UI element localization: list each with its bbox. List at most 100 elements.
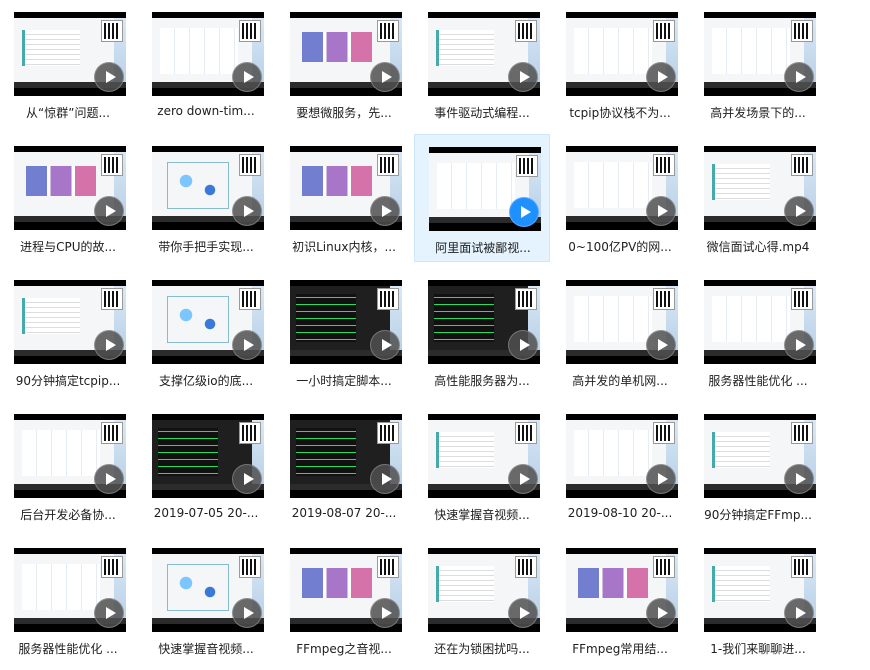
video-thumbnail[interactable] bbox=[152, 414, 264, 498]
video-thumbnail[interactable] bbox=[14, 548, 126, 632]
video-file-item[interactable]: 还在为锁困扰吗... bbox=[414, 536, 550, 664]
video-file-item[interactable]: 进程与CPU的故... bbox=[0, 134, 136, 262]
video-thumbnail[interactable] bbox=[14, 146, 126, 230]
video-thumbnail[interactable] bbox=[14, 12, 126, 96]
thumbnail-content bbox=[574, 162, 652, 208]
video-thumbnail[interactable] bbox=[290, 280, 402, 364]
video-file-item[interactable]: FFmpeg常用结... bbox=[552, 536, 688, 664]
play-icon[interactable] bbox=[508, 330, 538, 360]
video-thumbnail[interactable] bbox=[704, 12, 816, 96]
play-icon[interactable] bbox=[784, 62, 814, 92]
play-icon[interactable] bbox=[94, 62, 124, 92]
video-thumbnail[interactable] bbox=[704, 414, 816, 498]
video-thumbnail[interactable] bbox=[704, 280, 816, 364]
video-file-item[interactable]: 高并发的单机网... bbox=[552, 268, 688, 396]
play-icon[interactable] bbox=[646, 196, 676, 226]
video-file-item[interactable]: 事件驱动式编程... bbox=[414, 0, 550, 128]
video-thumbnail[interactable] bbox=[152, 548, 264, 632]
play-icon[interactable] bbox=[508, 62, 538, 92]
video-thumbnail[interactable] bbox=[704, 146, 816, 230]
video-file-item[interactable]: tcpip协议栈不为... bbox=[552, 0, 688, 128]
video-file-item[interactable]: 初识Linux内核，... bbox=[276, 134, 412, 262]
video-file-item[interactable]: 2019-08-07 20-... bbox=[276, 402, 412, 530]
video-thumbnail[interactable] bbox=[428, 12, 540, 96]
video-file-item[interactable]: 支撑亿级io的底... bbox=[138, 268, 274, 396]
video-file-name: 初识Linux内核，... bbox=[292, 240, 396, 254]
video-thumbnail[interactable] bbox=[14, 414, 126, 498]
video-thumbnail[interactable] bbox=[14, 280, 126, 364]
video-thumbnail[interactable] bbox=[152, 280, 264, 364]
qr-code-icon bbox=[515, 556, 537, 578]
video-file-item[interactable]: 带你手把手实现... bbox=[138, 134, 274, 262]
thumbnail-content bbox=[712, 566, 770, 602]
qr-code-icon bbox=[239, 556, 261, 578]
video-thumbnail[interactable] bbox=[704, 548, 816, 632]
video-file-item[interactable]: 快速掌握音视频... bbox=[138, 536, 274, 664]
video-thumbnail[interactable] bbox=[290, 414, 402, 498]
play-icon[interactable] bbox=[646, 62, 676, 92]
play-icon[interactable] bbox=[94, 330, 124, 360]
video-thumbnail[interactable] bbox=[428, 548, 540, 632]
video-thumbnail[interactable] bbox=[566, 280, 678, 364]
play-icon[interactable] bbox=[370, 598, 400, 628]
thumbnail-content bbox=[436, 566, 494, 602]
qr-code-icon bbox=[791, 154, 813, 176]
play-icon[interactable] bbox=[646, 330, 676, 360]
video-file-item[interactable]: 服务器性能优化 ... bbox=[0, 536, 136, 664]
video-thumbnail[interactable] bbox=[428, 414, 540, 498]
play-icon[interactable] bbox=[232, 62, 262, 92]
play-icon[interactable] bbox=[646, 598, 676, 628]
video-file-item[interactable]: 从“惊群”问题... bbox=[0, 0, 136, 128]
play-icon[interactable] bbox=[784, 330, 814, 360]
video-file-item[interactable]: 2019-07-05 20-... bbox=[138, 402, 274, 530]
video-file-item[interactable]: 要想微服务，先... bbox=[276, 0, 412, 128]
play-icon[interactable] bbox=[784, 196, 814, 226]
play-icon[interactable] bbox=[370, 330, 400, 360]
play-icon[interactable] bbox=[232, 598, 262, 628]
video-file-item[interactable]: 2019-08-10 20-... bbox=[552, 402, 688, 530]
video-thumbnail[interactable] bbox=[566, 12, 678, 96]
play-icon[interactable] bbox=[784, 598, 814, 628]
play-icon[interactable] bbox=[232, 464, 262, 494]
video-thumbnail[interactable] bbox=[290, 548, 402, 632]
video-file-item[interactable]: 服务器性能优化 ... bbox=[690, 268, 826, 396]
video-file-item[interactable]: 后台开发必备协... bbox=[0, 402, 136, 530]
play-icon[interactable] bbox=[232, 330, 262, 360]
video-thumbnail[interactable] bbox=[428, 280, 540, 364]
video-thumbnail[interactable] bbox=[290, 12, 402, 96]
video-thumbnail[interactable] bbox=[566, 146, 678, 230]
video-file-item[interactable]: 一小时搞定脚本... bbox=[276, 268, 412, 396]
video-file-item[interactable]: 高并发场景下的... bbox=[690, 0, 826, 128]
play-icon[interactable] bbox=[94, 598, 124, 628]
video-thumbnail[interactable] bbox=[152, 12, 264, 96]
video-file-item[interactable]: 高性能服务器为... bbox=[414, 268, 550, 396]
play-icon[interactable] bbox=[508, 598, 538, 628]
video-file-item[interactable]: FFmpeg之音视... bbox=[276, 536, 412, 664]
video-thumbnail[interactable] bbox=[566, 548, 678, 632]
play-icon[interactable] bbox=[370, 62, 400, 92]
play-icon[interactable] bbox=[646, 464, 676, 494]
video-file-item[interactable]: 90分钟搞定tcpip... bbox=[0, 268, 136, 396]
video-file-item[interactable]: zero down-tim... bbox=[138, 0, 274, 128]
video-thumbnail[interactable] bbox=[290, 146, 402, 230]
play-icon[interactable] bbox=[232, 196, 262, 226]
video-file-item[interactable]: 0~100亿PV的网... bbox=[552, 134, 688, 262]
play-icon[interactable] bbox=[784, 464, 814, 494]
video-file-item[interactable]: 快速掌握音视频... bbox=[414, 402, 550, 530]
qr-code-icon bbox=[791, 288, 813, 310]
video-thumbnail[interactable] bbox=[152, 146, 264, 230]
video-file-item[interactable]: 90分钟搞定FFmp... bbox=[690, 402, 826, 530]
video-thumbnail[interactable] bbox=[566, 414, 678, 498]
play-icon[interactable] bbox=[94, 196, 124, 226]
video-thumbnail[interactable] bbox=[429, 147, 541, 231]
play-icon[interactable] bbox=[94, 464, 124, 494]
play-icon[interactable] bbox=[509, 197, 539, 227]
qr-code-icon bbox=[377, 288, 399, 310]
thumbnail-content bbox=[712, 432, 770, 468]
video-file-item[interactable]: 阿里面试被鄙视... bbox=[414, 134, 550, 262]
video-file-item[interactable]: 微信面试心得.mp4 bbox=[690, 134, 826, 262]
play-icon[interactable] bbox=[370, 464, 400, 494]
video-file-item[interactable]: 1-我们来聊聊进... bbox=[690, 536, 826, 664]
play-icon[interactable] bbox=[370, 196, 400, 226]
play-icon[interactable] bbox=[508, 464, 538, 494]
